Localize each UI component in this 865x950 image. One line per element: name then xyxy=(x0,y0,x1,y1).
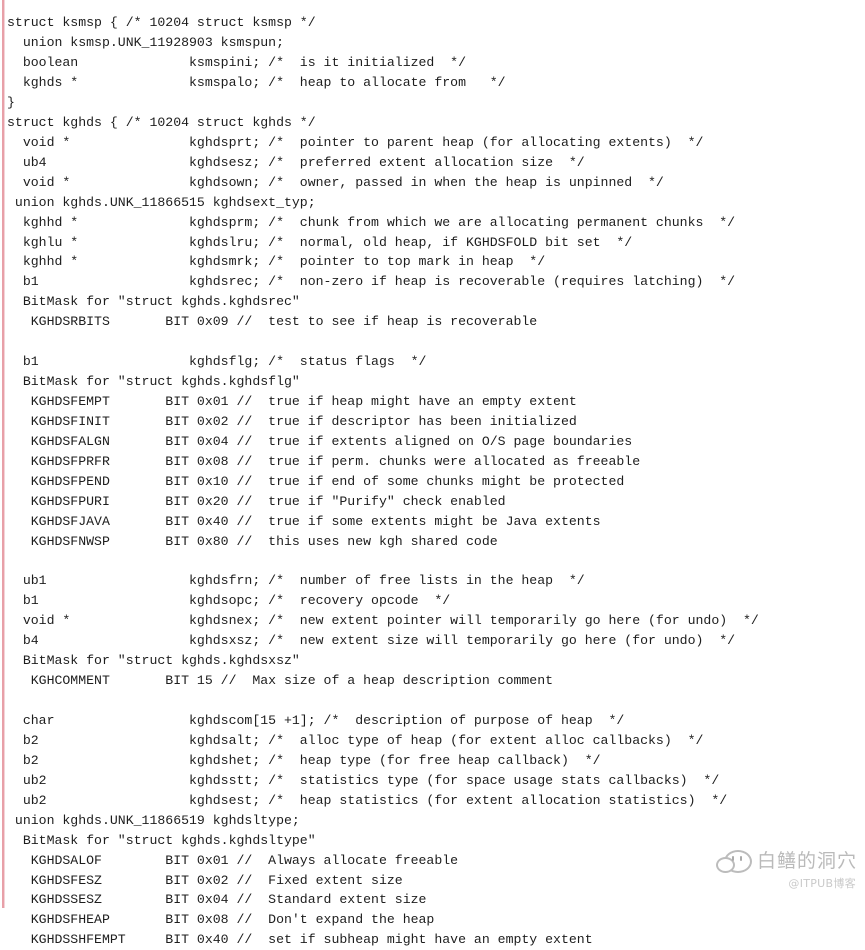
code-line: KGHDSFNWSP BIT 0x80 // this uses new kgh… xyxy=(7,533,498,549)
code-line: union kghds.UNK_11866519 kghdsltype; xyxy=(7,812,300,828)
code-line: ub2 kghdsest; /* heap statistics (for ex… xyxy=(7,792,728,808)
code-dump-page: struct ksmsp { /* 10204 struct ksmsp */ … xyxy=(0,0,865,947)
code-line: ub1 kghdsfrn; /* number of free lists in… xyxy=(7,573,585,589)
code-line: KGHDSSESZ BIT 0x04 // Standard extent si… xyxy=(7,892,427,908)
source-code-block: struct ksmsp { /* 10204 struct ksmsp */ … xyxy=(7,13,865,950)
code-line: struct kghds { /* 10204 struct kghds */ xyxy=(7,114,316,130)
code-line: kghlu * kghdslru; /* normal, old heap, i… xyxy=(7,234,633,250)
code-line: b4 kghdsxsz; /* new extent size will tem… xyxy=(7,633,736,649)
code-line: } xyxy=(7,94,15,110)
code-line: void * kghdsprt; /* pointer to parent he… xyxy=(7,134,704,150)
code-line: KGHDSFALGN BIT 0x04 // true if extents a… xyxy=(7,433,633,449)
code-line: KGHDSSHFEMPT BIT 0x40 // set if subheap … xyxy=(7,932,593,948)
code-line: BitMask for "struct kghds.kghdsflg" xyxy=(7,374,300,390)
code-line: union ksmsp.UNK_11928903 ksmspun; xyxy=(7,35,284,51)
code-line: BitMask for "struct kghds.kghdsrec" xyxy=(7,294,300,310)
code-line: ub2 kghdsstt; /* statistics type (for sp… xyxy=(7,772,720,788)
code-line: KGHDSFPURI BIT 0x20 // true if "Purify" … xyxy=(7,493,506,509)
code-line: KGHDSFEMPT BIT 0x01 // true if heap migh… xyxy=(7,394,577,409)
code-line: kghhd * kghdsprm; /* chunk from which we… xyxy=(7,214,736,230)
code-line: b2 kghdsalt; /* alloc type of heap (for … xyxy=(7,732,704,748)
code-line: union kghds.UNK_11866515 kghdsext_typ; xyxy=(7,194,316,210)
code-line: KGHDSFPEND BIT 0x10 // true if end of so… xyxy=(7,473,625,489)
code-line: void * kghdsown; /* owner, passed in whe… xyxy=(7,174,664,190)
code-line: KGHDSFJAVA BIT 0x40 // true if some exte… xyxy=(7,513,601,529)
code-line: b1 kghdsflg; /* status flags */ xyxy=(7,354,427,370)
code-line: void * kghdsnex; /* new extent pointer w… xyxy=(7,613,759,629)
code-line: KGHDSFESZ BIT 0x02 // Fixed extent size xyxy=(7,872,403,888)
code-line: boolean ksmspini; /* is it initialized *… xyxy=(7,55,466,71)
code-line: KGHDSFINIT BIT 0x02 // true if descripto… xyxy=(7,413,577,429)
code-line: b1 kghdsopc; /* recovery opcode */ xyxy=(7,593,451,609)
code-line: KGHDSRBITS BIT 0x09 // test to see if he… xyxy=(7,314,538,330)
code-line: char kghdscom[15 +1]; /* description of … xyxy=(7,713,625,728)
code-line: kghds * ksmspalo; /* heap to allocate fr… xyxy=(7,75,506,90)
left-quote-rule-shadow xyxy=(4,0,5,908)
code-line: ub4 kghdsesz; /* preferred extent alloca… xyxy=(7,154,585,170)
code-line: KGHDSFPRFR BIT 0x08 // true if perm. chu… xyxy=(7,453,641,469)
code-line: kghhd * kghdsmrk; /* pointer to top mark… xyxy=(7,254,546,270)
code-line: struct ksmsp { /* 10204 struct ksmsp */ xyxy=(7,15,316,31)
code-line: BitMask for "struct kghds.kghdsltype" xyxy=(7,832,316,848)
code-line: KGHDSALOF BIT 0x01 // Always allocate fr… xyxy=(7,852,459,868)
code-line: BitMask for "struct kghds.kghdsxsz" xyxy=(7,653,300,669)
code-line: b1 kghdsrec; /* non-zero if heap is reco… xyxy=(7,274,736,290)
code-line: b2 kghdshet; /* heap type (for free heap… xyxy=(7,752,601,768)
code-line: KGHCOMMENT BIT 15 // Max size of a heap … xyxy=(7,673,554,689)
code-line: KGHDSFHEAP BIT 0x08 // Don't expand the … xyxy=(7,912,435,928)
